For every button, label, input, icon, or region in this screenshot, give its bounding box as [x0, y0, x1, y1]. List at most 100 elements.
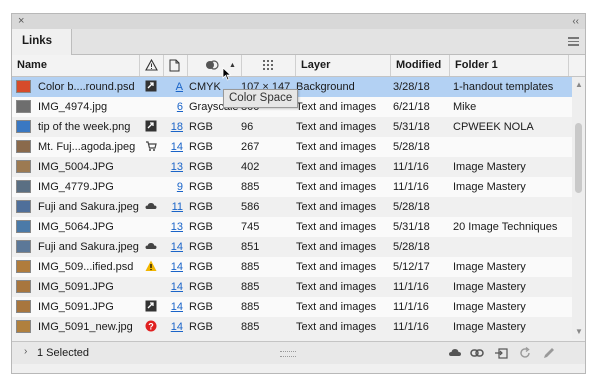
link-modified-date: 11/1/16 [393, 181, 429, 193]
link-name: IMG_5091_new.jpg [38, 321, 133, 333]
link-layer: Background [296, 81, 355, 93]
cloud-icon[interactable] [145, 197, 161, 217]
link-name: tip of the week.png [38, 121, 131, 133]
link-name: Fuji and Sakura.jpeg [38, 241, 139, 253]
link-row[interactable]: Fuji and Sakura.jpeg 14 RGB 851 Text and ima… [12, 237, 572, 257]
column-header-name[interactable]: Name [12, 55, 140, 76]
link-thumbnail [16, 100, 31, 113]
scroll-up-icon[interactable]: ▲ [575, 80, 583, 89]
column-header-ppi[interactable] [242, 55, 296, 76]
link-thumbnail [16, 160, 31, 173]
link-name: IMG_5004.JPG [38, 161, 114, 173]
link-modified-date: 5/31/18 [393, 221, 430, 233]
link-folder: Image Mastery [453, 181, 526, 193]
link-page-number[interactable]: 11 [161, 197, 183, 217]
link-ppi: 885 [241, 261, 260, 273]
link-page-number[interactable]: 14 [161, 257, 183, 277]
link-page-number[interactable]: 14 [161, 317, 183, 337]
link-name: IMG_5091.JPG [38, 301, 114, 313]
vertical-scrollbar[interactable]: ▲ ▼ [572, 77, 585, 339]
column-header-layer[interactable]: Layer [296, 55, 391, 76]
link-page-number[interactable]: 9 [161, 177, 183, 197]
link-row[interactable]: Fuji and Sakura.jpeg 11 RGB 586 Text and ima… [12, 197, 572, 217]
link-ppi: 851 [241, 241, 260, 253]
link-modified-date: 5/28/18 [393, 241, 430, 253]
link-page-number[interactable]: 14 [161, 237, 183, 257]
links-list: Color b....round.psd A CMYK 107 × 147 Backgr… [12, 77, 572, 339]
column-header-color-space[interactable]: ▲ [188, 55, 242, 76]
link-ppi: 402 [241, 161, 260, 173]
link-ppi: 885 [241, 181, 260, 193]
link-name: IMG_5064.JPG [38, 221, 114, 233]
link-ppi: 586 [241, 201, 260, 213]
relink-icon[interactable] [470, 346, 484, 360]
link-modified-icon[interactable] [145, 297, 161, 317]
edit-original-icon[interactable] [542, 346, 556, 360]
link-folder [453, 237, 572, 257]
link-layer: Text and images [296, 201, 377, 213]
update-link-icon[interactable] [518, 346, 532, 360]
link-folder: Image Mastery [453, 261, 526, 273]
page-icon [169, 59, 180, 72]
scroll-down-icon[interactable]: ▼ [575, 327, 583, 336]
link-color-space: RGB [189, 201, 213, 213]
link-folder: Image Mastery [453, 321, 526, 333]
link-name: Mt. Fuj...agoda.jpeg [38, 141, 136, 153]
link-layer: Text and images [296, 241, 377, 253]
panel-resize-grip[interactable] [280, 351, 296, 357]
color-space-icon [206, 60, 219, 70]
link-row[interactable]: IMG_5004.JPG 13 RGB 402 Text and images 11/1/… [12, 157, 572, 177]
link-modified-date: 3/28/18 [393, 81, 430, 93]
link-thumbnail [16, 240, 31, 253]
link-row[interactable]: IMG_5091.JPG 14 RGB 885 Text and images 11/1/… [12, 297, 572, 317]
tab-links[interactable]: Links [12, 29, 72, 55]
link-page-number[interactable]: 6 [161, 97, 183, 117]
goto-link-icon[interactable] [494, 346, 508, 360]
panel-menu-icon[interactable] [568, 37, 579, 46]
link-thumbnail [16, 220, 31, 233]
column-header-modified[interactable]: Modified [391, 55, 450, 76]
expand-info-chevron-icon[interactable]: › [24, 346, 27, 357]
link-row[interactable]: IMG_5064.JPG 13 RGB 745 Text and images 5/31/… [12, 217, 572, 237]
close-panel-button[interactable]: × [18, 14, 24, 29]
link-row[interactable]: IMG_4779.JPG 9 RGB 885 Text and images 11/1/1… [12, 177, 572, 197]
link-page-number[interactable]: 18 [161, 117, 183, 137]
link-page-number[interactable]: 13 [161, 157, 183, 177]
column-header-status[interactable] [140, 55, 164, 76]
cloud-icon[interactable] [145, 237, 161, 257]
link-row[interactable]: Mt. Fuj...agoda.jpeg 14 RGB 267 Text and ima… [12, 137, 572, 157]
column-header-page[interactable] [164, 55, 188, 76]
link-name: Color b....round.psd [38, 81, 135, 93]
link-page-number[interactable]: A [161, 77, 183, 97]
link-page-number[interactable]: 14 [161, 137, 183, 157]
cart-icon[interactable] [145, 137, 161, 157]
link-layer: Text and images [296, 161, 377, 173]
column-header-folder[interactable]: Folder 1 [450, 55, 569, 76]
panel-footer: › 1 Selected [12, 341, 585, 364]
panel-tab-row: Links [12, 29, 585, 55]
link-row[interactable]: IMG_509...ified.psd 14 RGB 885 Text and imag… [12, 257, 572, 277]
scrollbar-thumb[interactable] [575, 123, 582, 193]
link-modified-date: 11/1/16 [393, 321, 429, 333]
link-thumbnail [16, 320, 31, 333]
link-modified-icon[interactable] [145, 117, 161, 137]
link-color-space: RGB [189, 281, 213, 293]
link-modified-icon[interactable] [145, 77, 161, 97]
link-name: IMG_509...ified.psd [38, 261, 134, 273]
link-page-number[interactable]: 13 [161, 217, 183, 237]
warning-icon[interactable] [145, 257, 161, 277]
link-page-number[interactable]: 14 [161, 277, 183, 297]
link-ppi: 267 [241, 141, 260, 153]
link-row[interactable]: IMG_5091.JPG 14 RGB 885 Text and images 11/1/… [12, 277, 572, 297]
link-row[interactable]: tip of the week.png 18 RGB 96 Text and image… [12, 117, 572, 137]
link-row[interactable]: IMG_5091_new.jpg 14 RGB 885 Text and images 1… [12, 317, 572, 337]
link-page-number[interactable]: 14 [161, 297, 183, 317]
missing-icon[interactable]: ? [145, 317, 161, 337]
link-modified-date: 5/28/18 [393, 201, 430, 213]
link-modified-date: 11/1/16 [393, 301, 429, 313]
link-name: IMG_4779.JPG [38, 181, 114, 193]
link-color-space: RGB [189, 261, 213, 273]
cloud-link-icon[interactable] [448, 346, 462, 360]
collapse-panel-button[interactable]: ‹‹ [572, 14, 579, 29]
link-modified-date: 11/1/16 [393, 281, 429, 293]
